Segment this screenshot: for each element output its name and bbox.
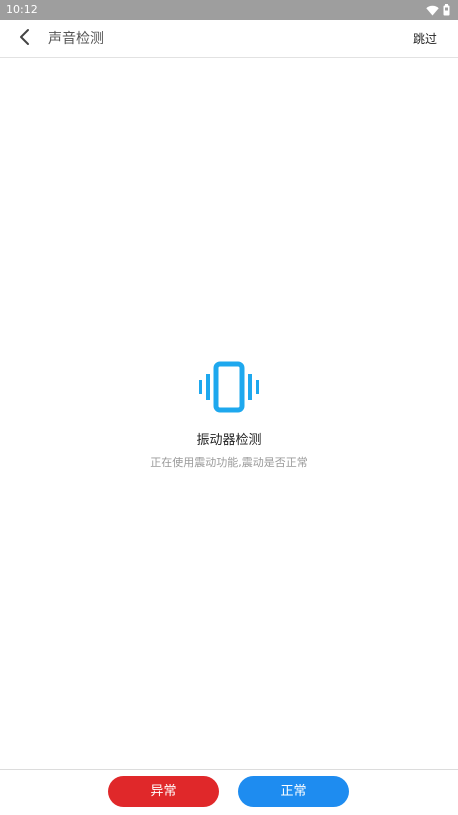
- status-bar: 10:12: [0, 0, 458, 20]
- skip-button[interactable]: 跳过: [413, 30, 437, 48]
- vibrate-icon: [194, 360, 264, 416]
- screen: 10:12 声音检测 跳过 振动器检测 正在使用震动功能,震动是否正常 异常 正…: [0, 0, 458, 815]
- battery-icon: [443, 1, 450, 20]
- vibrator-check-panel: 振动器检测 正在使用震动功能,震动是否正常: [0, 360, 458, 470]
- back-button[interactable]: [12, 26, 38, 52]
- check-title: 振动器检测: [196, 433, 262, 448]
- abnormal-button[interactable]: 异常: [108, 776, 219, 807]
- title-bar: 声音检测 跳过: [0, 20, 458, 58]
- status-time: 10:12: [6, 3, 38, 16]
- page-title: 声音检测: [48, 31, 104, 47]
- status-icons: [426, 3, 450, 17]
- normal-button[interactable]: 正常: [238, 776, 349, 807]
- chevron-left-icon: [18, 28, 32, 50]
- check-description: 正在使用震动功能,震动是否正常: [150, 456, 308, 469]
- wifi-icon: [426, 1, 439, 20]
- bottom-action-bar: 异常 正常: [0, 769, 458, 815]
